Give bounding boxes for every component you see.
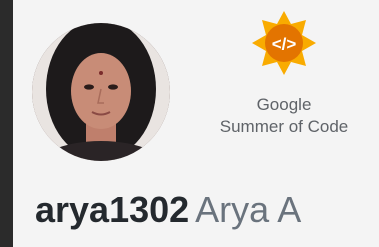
avatar-photo bbox=[32, 23, 170, 161]
gsoc-label-line1: Google bbox=[256, 95, 312, 114]
gsoc-sun-code-icon: </> bbox=[251, 10, 317, 76]
username: arya1302 bbox=[35, 189, 190, 230]
profile-card: </> Google Summer of Code arya1302 Arya A bbox=[13, 0, 379, 247]
gsoc-label-line2: Summer of Code bbox=[219, 117, 349, 136]
full-name: Arya A bbox=[195, 189, 302, 230]
page: </> Google Summer of Code arya1302 Arya A bbox=[0, 0, 379, 247]
gsoc-label: Google Summer of Code bbox=[203, 94, 365, 138]
profile-names: arya1302 Arya A bbox=[35, 188, 301, 232]
svg-text:</>: </> bbox=[272, 35, 297, 54]
avatar[interactable] bbox=[32, 23, 170, 161]
